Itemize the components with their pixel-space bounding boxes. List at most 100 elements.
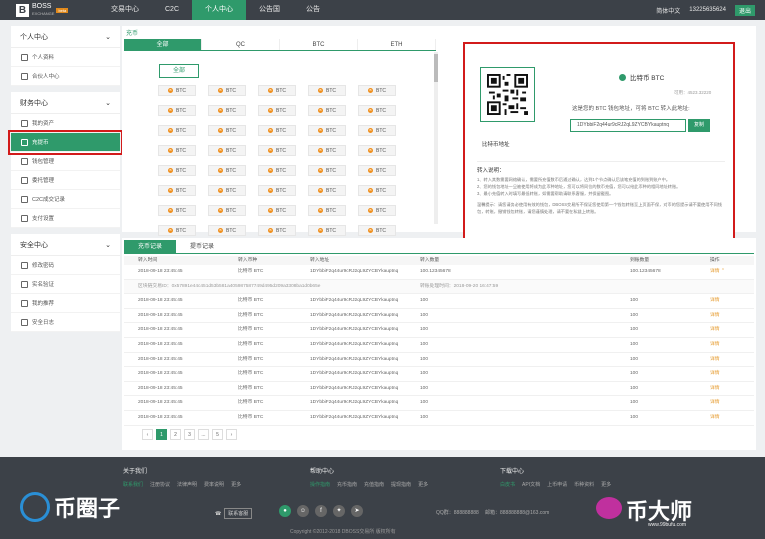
coin-item[interactable]: B BTC: [158, 85, 196, 96]
logo[interactable]: B BOSS EXCHANGE beta: [16, 3, 86, 17]
coin-item[interactable]: B BTC: [358, 205, 396, 216]
sidebar-item[interactable]: 支付设置: [11, 209, 120, 228]
coin-item[interactable]: B BTC: [308, 185, 346, 196]
footer-link[interactable]: 充币指南: [337, 482, 357, 488]
language-select[interactable]: 简体中文: [656, 6, 680, 15]
wallet-address-field[interactable]: 1DYbbiF2q44ur9cRJ2qL9ZYCBYkauptnq: [570, 119, 686, 132]
footer-link[interactable]: 币种资料: [574, 482, 594, 488]
sidebar-group-header[interactable]: 个人中心 ⌄: [11, 26, 120, 48]
coin-item[interactable]: B BTC: [208, 125, 246, 136]
detail-link[interactable]: 详情: [696, 353, 754, 367]
coin-item[interactable]: B BTC: [258, 165, 296, 176]
coin-item[interactable]: B BTC: [208, 145, 246, 156]
detail-link[interactable]: 详情: [696, 382, 754, 396]
page-button[interactable]: 3: [184, 429, 195, 440]
nav-item[interactable]: 个人中心: [192, 0, 247, 20]
detail-link[interactable]: 详情: [696, 309, 754, 323]
footer-link[interactable]: 提现指南: [391, 482, 411, 488]
sidebar-item[interactable]: 委托管理: [11, 171, 120, 190]
page-button[interactable]: ‹: [142, 429, 153, 440]
coin-tab[interactable]: BTC: [280, 39, 358, 50]
detail-link[interactable]: 详情: [696, 367, 754, 381]
sidebar-item[interactable]: 充提币: [8, 130, 123, 155]
footer-link[interactable]: 更多: [601, 482, 611, 488]
qq-icon[interactable]: ☺: [297, 505, 309, 517]
sidebar-item[interactable]: 我的资产: [11, 114, 120, 133]
coin-item[interactable]: B BTC: [308, 165, 346, 176]
footer-link[interactable]: 白皮书: [500, 482, 515, 488]
coin-item[interactable]: B BTC: [308, 105, 346, 116]
nav-item[interactable]: 公告国: [246, 0, 293, 20]
coin-item[interactable]: B BTC: [258, 105, 296, 116]
page-button[interactable]: 5: [212, 429, 223, 440]
coin-item[interactable]: B BTC: [308, 85, 346, 96]
sidebar-item[interactable]: 修改密码: [11, 256, 120, 275]
coin-item[interactable]: B BTC: [358, 165, 396, 176]
coin-item[interactable]: B BTC: [258, 205, 296, 216]
coin-tab[interactable]: 全部: [124, 39, 202, 50]
coin-item[interactable]: B BTC: [258, 85, 296, 96]
all-coins-button[interactable]: 全部: [159, 64, 199, 78]
coin-item[interactable]: B BTC: [358, 145, 396, 156]
sidebar-item[interactable]: 钱包管理: [11, 152, 120, 171]
nav-item[interactable]: C2C: [152, 0, 192, 20]
copy-address-button[interactable]: 复制: [688, 119, 710, 132]
page-button[interactable]: ...: [198, 429, 209, 440]
coin-item[interactable]: B BTC: [208, 105, 246, 116]
coin-item[interactable]: B BTC: [158, 185, 196, 196]
coin-item[interactable]: B BTC: [308, 225, 346, 236]
coin-item[interactable]: B BTC: [258, 125, 296, 136]
coin-item[interactable]: B BTC: [308, 205, 346, 216]
nav-item[interactable]: 公告: [293, 0, 333, 20]
coin-item[interactable]: B BTC: [258, 145, 296, 156]
footer-link[interactable]: 更多: [418, 482, 428, 488]
page-button[interactable]: ›: [226, 429, 237, 440]
coin-item[interactable]: B BTC: [158, 125, 196, 136]
coin-item[interactable]: B BTC: [208, 225, 246, 236]
coin-item[interactable]: B BTC: [208, 205, 246, 216]
coin-tab[interactable]: ETH: [358, 39, 436, 50]
sidebar-item[interactable]: 安全日志: [11, 313, 120, 332]
coin-item[interactable]: B BTC: [358, 85, 396, 96]
logout-button[interactable]: 退出: [734, 4, 755, 16]
coin-tab[interactable]: QC: [202, 39, 280, 50]
coin-item[interactable]: B BTC: [258, 225, 296, 236]
coin-item[interactable]: B BTC: [258, 185, 296, 196]
sidebar-item[interactable]: 实名验证: [11, 275, 120, 294]
coin-item[interactable]: B BTC: [158, 205, 196, 216]
sidebar-item[interactable]: 合伙人中心: [11, 67, 120, 86]
facebook-icon[interactable]: f: [315, 505, 327, 517]
coin-list-scrollbar[interactable]: [434, 52, 438, 224]
coin-item[interactable]: B BTC: [358, 125, 396, 136]
sidebar-group-header[interactable]: 财务中心 ⌄: [11, 92, 120, 114]
nav-item[interactable]: 交易中心: [98, 0, 152, 20]
coin-item[interactable]: B BTC: [208, 85, 246, 96]
records-tab[interactable]: 充币记录: [124, 240, 177, 253]
coin-item[interactable]: B BTC: [358, 225, 396, 236]
sidebar-group-header[interactable]: 安全中心 ⌄: [11, 234, 120, 256]
contact-support-button[interactable]: ☎ 联系客服: [215, 508, 253, 519]
sidebar-item[interactable]: 我的推荐: [11, 294, 120, 313]
coin-item[interactable]: B BTC: [358, 185, 396, 196]
footer-link[interactable]: 法律声明: [177, 482, 197, 488]
page-button[interactable]: 2: [170, 429, 181, 440]
telegram-icon[interactable]: ➤: [351, 505, 363, 517]
sidebar-item[interactable]: C2C成交记录: [11, 190, 120, 209]
coin-item[interactable]: B BTC: [158, 165, 196, 176]
wechat-icon[interactable]: ●: [279, 505, 291, 517]
coin-item[interactable]: B BTC: [158, 105, 196, 116]
coin-item[interactable]: B BTC: [208, 165, 246, 176]
footer-link[interactable]: 费率说明: [204, 482, 224, 488]
detail-link[interactable]: 详情: [696, 396, 754, 410]
detail-link[interactable]: 详情: [696, 411, 754, 425]
detail-link[interactable]: 详情: [696, 338, 754, 352]
footer-link[interactable]: 充值指南: [364, 482, 384, 488]
coin-item[interactable]: B BTC: [358, 105, 396, 116]
sidebar-item[interactable]: 个人资料: [11, 48, 120, 67]
coin-item[interactable]: B BTC: [308, 125, 346, 136]
detail-link[interactable]: 详情: [696, 323, 754, 337]
scrollbar-thumb[interactable]: [434, 54, 438, 82]
footer-link[interactable]: 联系我们: [123, 482, 143, 488]
footer-link[interactable]: 注册协议: [150, 482, 170, 488]
page-button[interactable]: 1: [156, 429, 167, 440]
